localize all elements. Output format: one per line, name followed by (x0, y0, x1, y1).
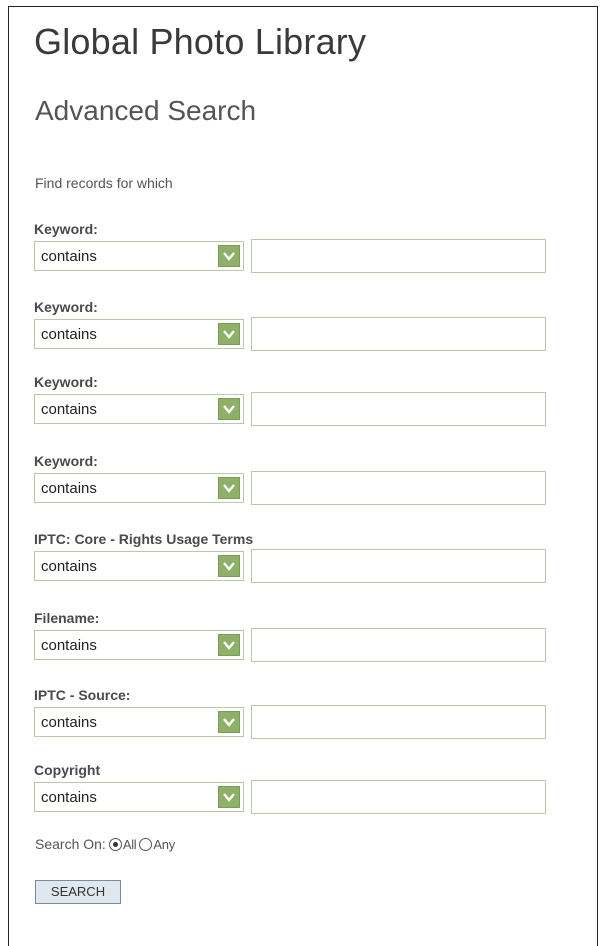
operator-value: contains (41, 789, 97, 806)
chevron-down-icon[interactable] (218, 711, 240, 733)
field-label: Filename: (34, 610, 100, 626)
operator-select[interactable]: contains (34, 319, 244, 349)
chevron-down-icon[interactable] (218, 323, 240, 345)
search-field-keyword-2: Keyword: contains (34, 298, 554, 351)
chevron-down-icon[interactable] (218, 555, 240, 577)
field-label: Keyword: (34, 453, 98, 469)
operator-value: contains (41, 714, 97, 731)
operator-value: contains (41, 480, 97, 497)
keyword-input[interactable] (251, 471, 546, 505)
field-label: Keyword: (34, 221, 98, 237)
keyword-input[interactable] (251, 239, 546, 273)
search-on-group: Search On: All Any (35, 836, 175, 852)
operator-select[interactable]: contains (34, 551, 244, 581)
chevron-down-icon[interactable] (218, 634, 240, 656)
operator-select[interactable]: contains (34, 782, 244, 812)
rights-usage-terms-input[interactable] (251, 549, 546, 583)
operator-select[interactable]: contains (34, 394, 244, 424)
operator-value: contains (41, 558, 97, 575)
page-title: Global Photo Library (34, 21, 367, 62)
search-on-label: Search On: (35, 836, 106, 852)
field-label: Keyword: (34, 374, 98, 390)
filename-input[interactable] (251, 628, 546, 662)
operator-value: contains (41, 326, 97, 343)
chevron-down-icon[interactable] (218, 786, 240, 808)
field-label: Keyword: (34, 299, 98, 315)
operator-select[interactable]: contains (34, 241, 244, 271)
search-field-keyword-4: Keyword: contains (34, 452, 554, 505)
search-button[interactable]: SEARCH (35, 880, 121, 904)
field-label: Copyright (34, 762, 101, 778)
page-subtitle: Advanced Search (35, 95, 257, 126)
form-intro: Find records for which (35, 175, 173, 191)
chevron-down-icon[interactable] (218, 398, 240, 420)
iptc-source-input[interactable] (251, 705, 546, 739)
radio-any[interactable] (139, 837, 153, 851)
keyword-input[interactable] (251, 317, 546, 351)
search-field-iptc-source: IPTC - Source: contains (34, 686, 554, 739)
operator-select[interactable]: contains (34, 707, 244, 737)
search-field-copyright: Copyright contains (34, 761, 554, 814)
field-label: IPTC - Source: (34, 687, 131, 703)
operator-value: contains (41, 248, 97, 265)
search-field-keyword-3: Keyword: contains (34, 373, 554, 426)
chevron-down-icon[interactable] (218, 477, 240, 499)
search-field-rights-usage-terms: IPTC: Core - Rights Usage Terms contains (34, 530, 554, 583)
radio-all[interactable] (108, 837, 122, 851)
operator-select[interactable]: contains (34, 630, 244, 660)
chevron-down-icon[interactable] (218, 245, 240, 267)
operator-select[interactable]: contains (34, 473, 244, 503)
operator-value: contains (41, 401, 97, 418)
keyword-input[interactable] (251, 392, 546, 426)
copyright-input[interactable] (251, 780, 546, 814)
search-field-keyword-1: Keyword: contains (34, 220, 554, 273)
search-field-filename: Filename: contains (34, 609, 554, 662)
field-label: IPTC: Core - Rights Usage Terms (34, 531, 254, 547)
radio-all-label[interactable]: All (123, 837, 137, 852)
radio-any-label[interactable]: Any (153, 837, 175, 852)
operator-value: contains (41, 637, 97, 654)
